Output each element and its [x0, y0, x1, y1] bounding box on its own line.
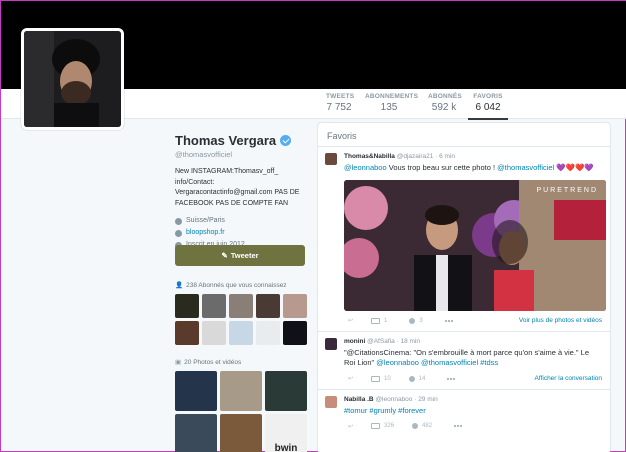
profile-card: Thomas Vergara @thomasvofficiel New INST… — [175, 133, 310, 251]
location-icon — [175, 217, 182, 225]
follower-avatar[interactable] — [229, 294, 253, 318]
tweet-handle[interactable]: @leonnaboo — [375, 396, 412, 403]
camera-icon: ▣ — [175, 359, 182, 366]
retweet-icon[interactable] — [371, 423, 381, 429]
tweet-photo-image — [344, 179, 606, 311]
tweet-text: #tomur #grumly #forever — [344, 405, 426, 415]
favorite-icon[interactable] — [409, 317, 416, 324]
favorite-icon[interactable] — [408, 375, 415, 382]
tweet-author-avatar[interactable] — [325, 153, 337, 165]
retweet-icon[interactable] — [371, 375, 381, 382]
follower-avatar[interactable] — [283, 294, 307, 318]
follower-avatar[interactable] — [256, 321, 280, 345]
favorites-title: Favoris — [318, 123, 610, 147]
feather-icon: ✎ — [221, 251, 228, 260]
reply-icon[interactable]: ↩ — [348, 317, 353, 324]
favorite-icon[interactable] — [412, 423, 419, 429]
tweet-handle[interactable]: @AfSafia — [367, 338, 395, 345]
media-thumbnail[interactable] — [220, 371, 262, 411]
tweet-time[interactable]: · 6 min — [435, 153, 455, 160]
media-grid: bwin — [175, 371, 307, 452]
tweet-author-avatar[interactable] — [325, 337, 337, 350]
follower-avatar[interactable] — [202, 321, 226, 345]
more-icon[interactable] — [444, 319, 453, 322]
followers-you-know-heading[interactable]: 👤 238 Abonnés que vous connaissez — [175, 281, 287, 290]
stat-following[interactable]: ABONNEMENTS 135 — [365, 93, 418, 119]
favorites-timeline: Favoris Thomas&Nabilla @djazaira21 · 6 m… — [317, 122, 611, 452]
media-thumbnail[interactable] — [265, 371, 307, 411]
profile-location: Suisse/Paris — [186, 217, 225, 224]
tweet-to-button[interactable]: ✎ Tweeter — [175, 245, 305, 266]
profile-website[interactable]: bloopshop.fr — [186, 227, 225, 239]
tweet-actions: ↩ 326 482 — [344, 420, 602, 432]
reply-icon[interactable]: ↩ — [348, 375, 353, 382]
photo-brand-text: PURETREND — [536, 186, 598, 194]
follower-avatar[interactable] — [283, 321, 307, 345]
more-icon[interactable] — [447, 377, 456, 380]
tweet-actions: ↩ 10 14 Afficher la conversation — [348, 375, 602, 382]
people-icon: 👤 — [175, 282, 184, 289]
media-thumbnail[interactable] — [175, 414, 217, 452]
tweet-time[interactable]: · 18 min — [397, 338, 420, 345]
stat-followers[interactable]: ABONNÉS 592 k — [428, 93, 462, 119]
reply-icon[interactable]: ↩ — [348, 423, 353, 430]
tweet-item[interactable]: monini @AfSafia · 18 min "@CitationsCine… — [318, 332, 610, 390]
view-conversation-link[interactable]: Afficher la conversation — [535, 375, 602, 382]
media-thumbnail[interactable] — [175, 371, 217, 411]
media-thumbnail[interactable] — [220, 414, 262, 452]
tweet-item[interactable]: Nabilla .B @leonnaboo · 29 min #tomur #g… — [318, 390, 610, 437]
tweet-handle[interactable]: @djazaira21 — [397, 153, 434, 160]
tweet-item[interactable]: Thomas&Nabilla @djazaira21 · 6 min @leon… — [318, 147, 610, 332]
tweet-text: @leonnaboo Vous trop beau sur cette phot… — [344, 163, 594, 172]
tweet-time[interactable]: · 29 min — [414, 396, 437, 403]
media-heading[interactable]: ▣ 20 Photos et vidéos — [175, 358, 241, 367]
tweet-actions: ↩ 1 3 Voir plus de photos et vidéos — [348, 317, 602, 324]
followers-row-2 — [175, 321, 307, 345]
tweet-author-avatar[interactable] — [325, 395, 337, 408]
stat-tweets[interactable]: TWEETS 7 752 — [326, 93, 354, 119]
tweet-author[interactable]: Nabilla .B — [344, 396, 374, 403]
tweet-author[interactable]: monini — [344, 338, 365, 345]
follower-avatar[interactable] — [256, 294, 280, 318]
followers-row-1 — [175, 294, 307, 318]
follower-avatar[interactable] — [175, 294, 199, 318]
tweet-text: "@CitationsCinema: "On s'embrouille à mo… — [344, 347, 590, 368]
retweet-icon[interactable] — [371, 317, 381, 324]
profile-bio: New INSTAGRAM:Thomasv_off_ info/Contact:… — [175, 168, 300, 207]
follower-avatar[interactable] — [202, 294, 226, 318]
follower-avatar[interactable] — [229, 321, 253, 345]
tweet-photo[interactable]: PURETREND — [344, 179, 606, 311]
profile-handle[interactable]: @thomasvofficiel — [175, 150, 310, 159]
tweet-author[interactable]: Thomas&Nabilla — [344, 153, 395, 160]
profile-name[interactable]: Thomas Vergara — [175, 133, 276, 148]
link-icon — [175, 229, 182, 237]
stat-favorites[interactable]: FAVORIS 6 042 — [468, 93, 508, 120]
follower-avatar[interactable] — [175, 321, 199, 345]
media-thumbnail[interactable]: bwin — [265, 414, 307, 452]
view-more-media-link[interactable]: Voir plus de photos et vidéos — [519, 317, 602, 324]
avatar[interactable] — [21, 28, 124, 130]
avatar-photo — [24, 31, 121, 127]
more-icon[interactable] — [454, 425, 463, 427]
verified-badge-icon — [280, 135, 292, 146]
